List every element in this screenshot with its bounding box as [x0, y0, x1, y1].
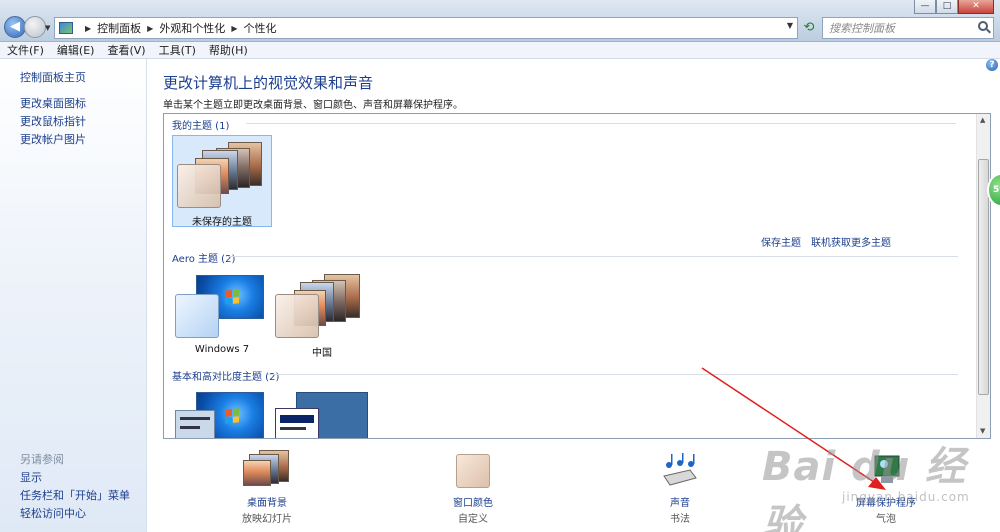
chevron-right-icon[interactable]: ▶	[147, 24, 153, 33]
breadcrumb-appearance[interactable]: 外观和个性化	[159, 20, 225, 36]
watermark-url: jingyan.baidu.com	[842, 490, 970, 504]
window-color-label[interactable]: 窗口颜色	[423, 494, 523, 509]
theme-windows-7[interactable]: Windows 7	[172, 270, 272, 362]
window-color-icon	[456, 454, 490, 488]
page-title: 更改计算机上的视觉效果和声音	[163, 74, 374, 92]
theme-name: 未保存的主题	[192, 217, 252, 228]
link-change-account-picture[interactable]: 更改帐户图片	[20, 131, 86, 147]
breadcrumb-personalization[interactable]: 个性化	[243, 20, 276, 36]
theme-windows-7-basic[interactable]	[172, 388, 272, 438]
back-button[interactable]: ◀	[4, 16, 26, 38]
forward-button[interactable]	[24, 16, 46, 38]
menu-file[interactable]: 文件(F)	[7, 42, 44, 58]
link-taskbar-start-menu[interactable]: 任务栏和「开始」菜单	[20, 487, 130, 503]
theme-unsaved[interactable]: 未保存的主题	[172, 135, 272, 228]
chevron-right-icon[interactable]: ▶	[85, 24, 91, 33]
sounds-value: 书法	[670, 514, 690, 525]
link-control-panel-home[interactable]: 控制面板主页	[20, 69, 86, 85]
see-also-heading: 另请参阅	[20, 453, 64, 466]
theme-name: 中国	[312, 348, 332, 359]
window-color-item[interactable]: 窗口颜色 自定义	[423, 440, 523, 532]
maximize-button[interactable]: □	[936, 0, 958, 14]
group-aero-themes: Aero 主题 (2)	[172, 254, 236, 265]
windows-logo-icon	[225, 408, 239, 424]
theme-name: Windows 7	[194, 344, 250, 355]
theme-window-color	[175, 294, 219, 338]
theme-window-color	[275, 408, 319, 438]
menu-help[interactable]: 帮助(H)	[209, 42, 248, 58]
menu-bar: 文件(F) 编辑(E) 查看(V) 工具(T) 帮助(H)	[0, 42, 1000, 59]
search-input[interactable]	[829, 21, 969, 35]
search-box[interactable]	[822, 17, 994, 39]
windows-logo-icon	[225, 289, 239, 305]
sound-icon	[663, 453, 697, 486]
link-display[interactable]: 显示	[20, 469, 42, 485]
window-color-value: 自定义	[458, 514, 488, 525]
theme-window-color	[175, 410, 215, 438]
menu-edit[interactable]: 编辑(E)	[57, 42, 95, 58]
get-more-themes-link[interactable]: 联机获取更多主题	[811, 234, 891, 249]
menu-tools[interactable]: 工具(T)	[159, 42, 196, 58]
help-icon[interactable]: ?	[986, 59, 998, 71]
desktop-background-icon	[243, 460, 271, 486]
control-panel-icon	[59, 22, 73, 34]
group-divider	[246, 123, 956, 124]
left-pane: 控制面板主页 更改桌面图标 更改鼠标指针 更改帐户图片 另请参阅 显示 任务栏和…	[0, 59, 147, 532]
save-theme-link[interactable]: 保存主题	[761, 234, 801, 249]
link-change-desktop-icons[interactable]: 更改桌面图标	[20, 95, 86, 111]
minimize-button[interactable]: —	[914, 0, 936, 14]
theme-window-color	[177, 164, 221, 208]
scroll-up-icon[interactable]: ▲	[980, 116, 985, 124]
menu-view[interactable]: 查看(V)	[107, 42, 145, 58]
search-icon[interactable]	[978, 21, 988, 31]
link-ease-of-access[interactable]: 轻松访问中心	[20, 505, 86, 521]
page-description: 单击某个主题立即更改桌面背景、窗口颜色、声音和屏幕保护程序。	[163, 100, 463, 111]
theme-list-scrollbar[interactable]: ▲ ▼	[976, 114, 990, 438]
history-dropdown-icon[interactable]: ▼	[45, 24, 50, 32]
link-change-mouse-pointers[interactable]: 更改鼠标指针	[20, 113, 86, 129]
theme-window-color	[275, 294, 319, 338]
group-my-themes: 我的主题 (1)	[172, 121, 230, 132]
theme-list: 我的主题 (1) 未保存的主题 保存主题 联机获取更多主题 Aero 主题 (2…	[163, 113, 991, 439]
title-bar: — □ ✕ ◀ ▼ ▶ 控制面板 ▶ 外观和个性化 ▶ 个性化 ▼ ⟲	[0, 0, 1000, 42]
close-button[interactable]: ✕	[958, 0, 994, 14]
address-dropdown-icon[interactable]: ▼	[787, 21, 793, 30]
chevron-right-icon[interactable]: ▶	[231, 24, 237, 33]
group-divider	[268, 374, 958, 375]
sounds-label[interactable]: 声音	[630, 494, 730, 509]
desktop-background-item[interactable]: 桌面背景 放映幻灯片	[217, 440, 317, 532]
sounds-item[interactable]: 声音 书法	[630, 440, 730, 532]
back-arrow-icon: ◀	[10, 19, 20, 34]
breadcrumb-control-panel[interactable]: 控制面板	[97, 20, 141, 36]
window-controls: — □ ✕	[914, 0, 994, 14]
theme-china[interactable]: 中国	[272, 270, 372, 362]
theme-windows-classic[interactable]	[272, 388, 372, 438]
watermark: Bai du 经验	[762, 444, 967, 532]
desktop-background-value: 放映幻灯片	[242, 514, 292, 525]
group-divider	[228, 256, 958, 257]
refresh-icon[interactable]: ⟲	[801, 18, 817, 38]
group-basic-themes: 基本和高对比度主题 (2)	[172, 372, 280, 383]
address-bar[interactable]: ▶ 控制面板 ▶ 外观和个性化 ▶ 个性化 ▼	[54, 17, 798, 39]
desktop-background-label[interactable]: 桌面背景	[217, 494, 317, 509]
